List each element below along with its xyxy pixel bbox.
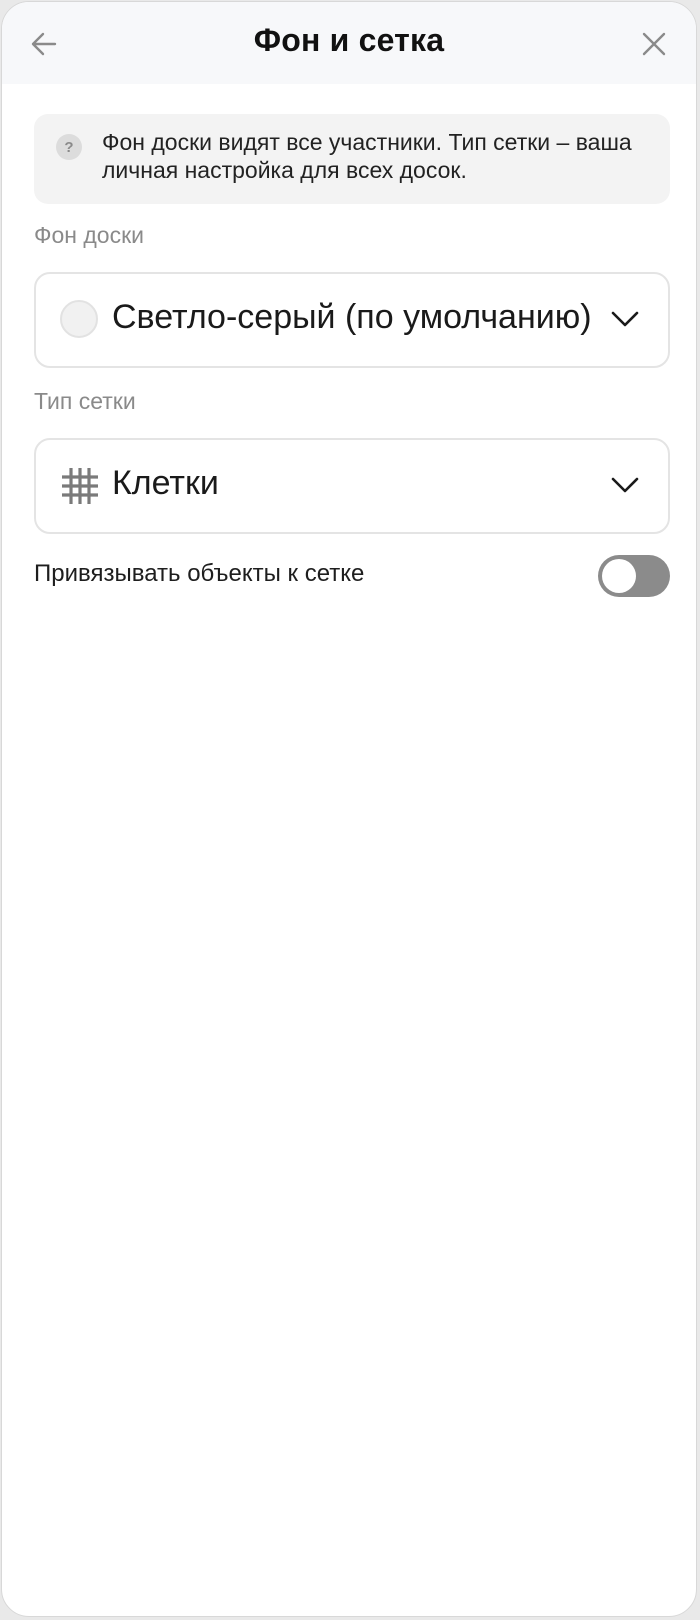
chevron-down-icon (611, 477, 639, 493)
background-select-value: Светло-серый (по умолчанию) (112, 298, 592, 336)
snap-to-grid-label: Привязывать объекты к сетке (34, 560, 365, 587)
grid-type-label: Тип сетки (34, 388, 136, 414)
grid-type-select[interactable]: Клетки (34, 438, 670, 534)
info-text: Фон доски видят все участники. Тип сетки… (102, 129, 632, 183)
toggle-knob (602, 559, 636, 593)
panel-header: Фон и сетка (2, 2, 696, 84)
chevron-down-icon (611, 311, 639, 327)
grid-icon (62, 468, 98, 504)
help-icon: ? (56, 134, 82, 160)
color-swatch (60, 300, 98, 338)
close-button[interactable] (634, 24, 674, 64)
info-banner: ? Фон доски видят все участники. Тип сет… (34, 114, 670, 204)
snap-to-grid-toggle[interactable] (598, 555, 670, 597)
page-title: Фон и сетка (253, 22, 445, 58)
settings-panel: Фон и сетка ? Фон доски видят все участн… (1, 1, 697, 1617)
background-label: Фон доски (34, 222, 144, 248)
background-select[interactable]: Светло-серый (по умолчанию) (34, 272, 670, 368)
grid-type-select-value: Клетки (112, 464, 219, 502)
close-icon (642, 32, 666, 56)
